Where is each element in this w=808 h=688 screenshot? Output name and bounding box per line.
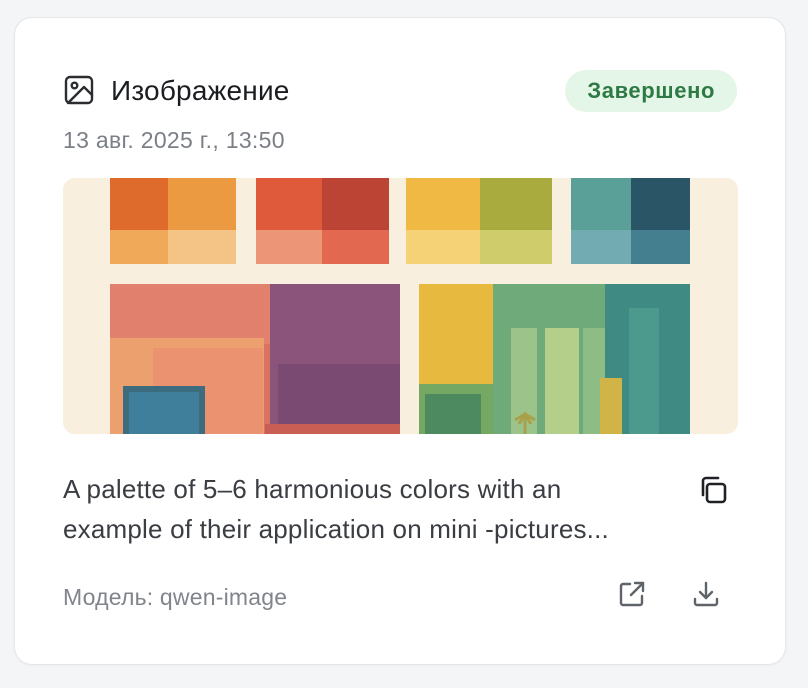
copy-button[interactable] <box>691 470 735 514</box>
timestamp: 13 авг. 2025 г., 13:50 <box>63 127 285 153</box>
type-label: Изображение <box>111 75 290 106</box>
open-button[interactable] <box>610 574 654 618</box>
external-link-icon <box>617 579 647 614</box>
prompt-text: A palette of 5–6 harmonious colors with … <box>63 474 609 544</box>
image-thumbnail[interactable] <box>63 178 738 434</box>
model-label: Модель: qwen-image <box>63 584 288 610</box>
download-button[interactable] <box>684 574 728 618</box>
card-header: Изображение Завершено <box>63 70 737 112</box>
status-badge: Завершено <box>565 70 737 112</box>
copy-icon <box>697 474 729 511</box>
download-icon <box>691 579 721 614</box>
generation-card: Изображение Завершено 13 авг. 2025 г., 1… <box>14 17 786 665</box>
image-icon <box>63 74 95 106</box>
